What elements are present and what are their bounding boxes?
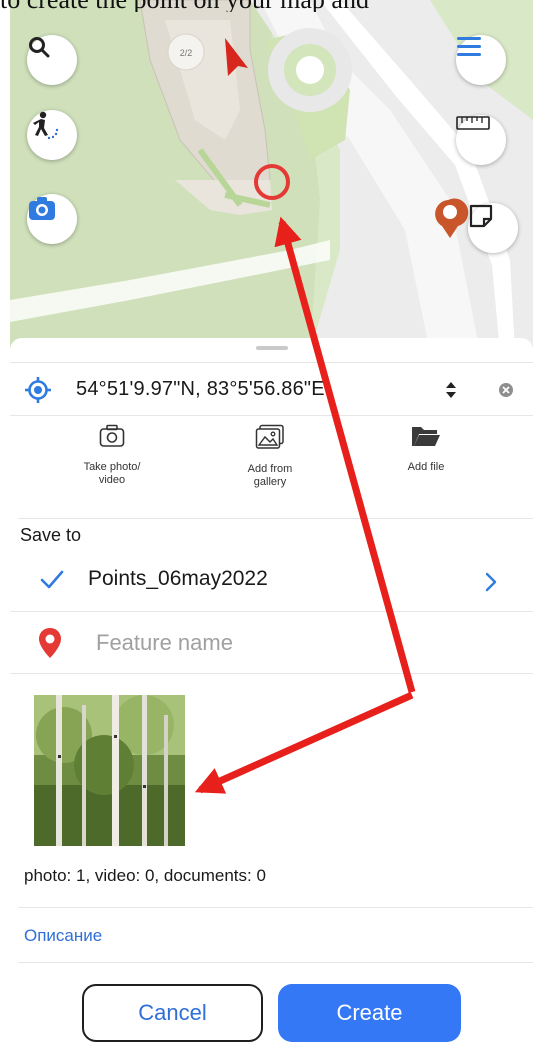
- cancel-button[interactable]: Cancel: [82, 984, 263, 1042]
- coordinates-row[interactable]: 54°51'9.97"N, 83°5'56.86"E: [10, 362, 533, 416]
- gallery-label-1: Add from: [247, 463, 293, 475]
- layer-name: Points_06may2022: [88, 567, 268, 590]
- ruler-icon: [456, 116, 490, 130]
- media-counts: photo: 1, video: 0, documents: 0: [24, 866, 266, 885]
- coordinates-text[interactable]: 54°51'9.97"N, 83°5'56.86"E: [76, 378, 325, 401]
- search-icon: [29, 37, 50, 58]
- track-button[interactable]: [27, 110, 77, 160]
- camera-icon: [99, 424, 125, 447]
- sheet-grabber[interactable]: [256, 346, 288, 350]
- area-measure-button[interactable]: [468, 203, 518, 253]
- area-measure-icon: [469, 204, 493, 228]
- walking-track-icon: [33, 111, 59, 140]
- camera-icon: [29, 197, 55, 220]
- map-pin-icon: [39, 628, 61, 658]
- menu-button[interactable]: [456, 35, 506, 85]
- location-target-icon[interactable]: [24, 376, 52, 404]
- gallery-icon: [255, 424, 284, 449]
- checkmark-icon: [40, 570, 64, 589]
- feature-name-row[interactable]: [10, 612, 533, 674]
- gallery-label-2: gallery: [253, 476, 287, 488]
- map-canvas: 2/2: [10, 0, 533, 352]
- photo-thumbnail[interactable]: [34, 695, 185, 846]
- attachments-row: Take photo/ video Add from gallery Add f…: [10, 424, 533, 516]
- photo-image: [34, 695, 185, 846]
- search-button[interactable]: [27, 35, 77, 85]
- menu-icon: [457, 37, 481, 56]
- create-point-sheet: 54°51'9.97"N, 83°5'56.86"E Take photo/ v…: [10, 338, 533, 1046]
- description-label[interactable]: Описание: [24, 926, 102, 946]
- sort-chevrons-icon[interactable]: [444, 379, 458, 401]
- take-photo-button[interactable]: Take photo/ video: [52, 424, 172, 487]
- add-file-label: Add file: [407, 461, 445, 473]
- folder-icon: [412, 427, 440, 446]
- feature-name-input[interactable]: [96, 626, 496, 660]
- ruler-button[interactable]: [456, 115, 506, 165]
- take-photo-label-1: Take photo/: [83, 461, 141, 473]
- clear-icon[interactable]: [498, 382, 514, 398]
- take-photo-label-2: video: [98, 474, 126, 486]
- map-view[interactable]: 2/2: [10, 0, 533, 352]
- add-from-gallery-button[interactable]: Add from gallery: [210, 424, 330, 489]
- camera-button[interactable]: [27, 194, 77, 244]
- add-file-button[interactable]: Add file: [366, 424, 486, 474]
- description-row[interactable]: Описание: [18, 907, 533, 963]
- caption-text: to create the point on your map and: [0, 0, 533, 12]
- layer-select-row[interactable]: Points_06may2022: [10, 550, 533, 612]
- floor-label: 2/2: [180, 48, 193, 58]
- save-to-label: Save to: [18, 518, 533, 550]
- create-button[interactable]: Create: [278, 984, 461, 1042]
- chevron-right-icon[interactable]: [485, 572, 497, 592]
